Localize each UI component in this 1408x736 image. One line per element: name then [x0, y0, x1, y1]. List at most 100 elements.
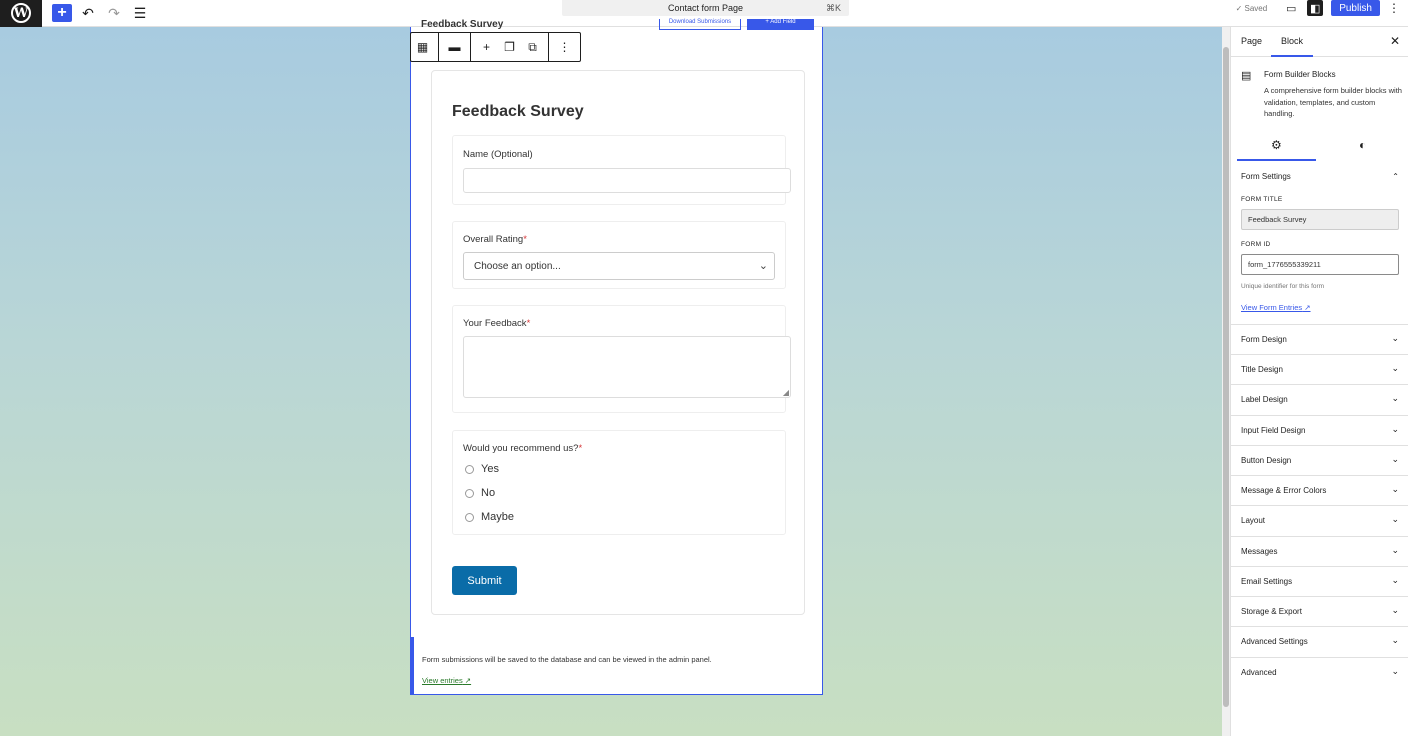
- panel-form-design[interactable]: Form Design ⌄: [1231, 324, 1408, 354]
- block-toolbar: ▦ ▬ + ❐ ⧉ ⋮: [410, 32, 581, 62]
- radio-option-no[interactable]: No: [465, 487, 495, 499]
- block-icon: ▤: [1241, 70, 1252, 82]
- name-field-label: Name (Optional): [463, 149, 533, 160]
- form-title-label: FORM TITLE: [1241, 196, 1283, 203]
- settings-sidebar: Page Block ✕ ▤ Form Builder Blocks A com…: [1230, 27, 1408, 736]
- required-asterisk: *: [523, 234, 527, 245]
- tab-page[interactable]: Page: [1241, 36, 1262, 46]
- rating-select-value: Choose an option...: [474, 260, 561, 272]
- options-menu-icon[interactable]: ⋮: [1388, 1, 1400, 15]
- settings-styles-tabs: ⚙ ◐: [1231, 132, 1408, 161]
- redo-icon[interactable]: ↷: [104, 4, 124, 22]
- document-overview-icon[interactable]: ☰: [130, 4, 150, 22]
- panel-email-settings[interactable]: Email Settings ⌄: [1231, 566, 1408, 596]
- chevron-down-icon: ⌄: [1391, 605, 1399, 615]
- preview-icon[interactable]: ▭: [1283, 0, 1299, 16]
- canvas-scrollbar[interactable]: [1222, 27, 1230, 736]
- chevron-down-icon: ⌄: [1391, 424, 1399, 434]
- radio-label: No: [481, 487, 496, 499]
- add-icon[interactable]: +: [475, 33, 498, 61]
- command-shortcut: ⌘K: [825, 2, 841, 13]
- more-options-icon[interactable]: ⋮: [553, 33, 576, 61]
- settings-gear-icon[interactable]: ⚙: [1237, 138, 1315, 161]
- feedback-label-text: Your Feedback: [463, 318, 527, 329]
- chevron-down-icon: ⌄: [758, 260, 768, 272]
- form-settings-header[interactable]: Form Settings ⌃: [1241, 172, 1399, 181]
- submit-button[interactable]: Submit: [452, 566, 517, 595]
- undo-icon[interactable]: ↶: [78, 4, 98, 22]
- styles-contrast-icon[interactable]: ◐: [1359, 138, 1366, 152]
- radio-circle-icon[interactable]: [465, 464, 474, 474]
- panel-title-design[interactable]: Title Design ⌄: [1231, 354, 1408, 384]
- panel-button-design[interactable]: Button Design ⌄: [1231, 445, 1408, 475]
- panel-label-design[interactable]: Label Design ⌄: [1231, 384, 1408, 414]
- document-title-bar[interactable]: Contact form Page ⌘K: [562, 0, 849, 16]
- radio-option-yes[interactable]: Yes: [465, 463, 499, 475]
- toolbar-divider: [470, 33, 471, 61]
- name-input[interactable]: [463, 168, 791, 193]
- panel-label: Advanced Settings: [1241, 637, 1308, 646]
- radio-circle-icon[interactable]: [465, 512, 474, 522]
- settings-panel-icon[interactable]: ◧: [1307, 0, 1324, 16]
- form-id-input[interactable]: form_1776555339211: [1241, 254, 1399, 275]
- radio-label: Yes: [481, 463, 499, 475]
- panel-label: Advanced: [1241, 668, 1277, 677]
- recommend-label-text: Would you recommend us?: [463, 443, 579, 454]
- block-name: Form Builder Blocks: [1264, 70, 1336, 79]
- recommend-field-label: Would you recommend us?*: [463, 443, 582, 454]
- chevron-down-icon: ⌄: [1391, 393, 1399, 403]
- download-submissions-button[interactable]: Download Submissions: [659, 19, 741, 30]
- toolbar-divider: [548, 33, 549, 61]
- feedback-field: Your Feedback* ◢: [452, 305, 791, 413]
- panel-label: Layout: [1241, 516, 1266, 525]
- panel-label: Messages: [1241, 547, 1278, 556]
- rating-select[interactable]: Choose an option... ⌄: [463, 252, 775, 280]
- view-entries-link[interactable]: View entries ↗: [422, 676, 471, 685]
- chevron-down-icon: ⌄: [1391, 454, 1399, 464]
- scrollbar-thumb[interactable]: [1223, 47, 1229, 707]
- required-asterisk: *: [526, 318, 531, 329]
- form-card: Feedback Survey Name (Optional) Overall …: [431, 70, 805, 615]
- block-heading: Feedback Survey: [421, 19, 504, 30]
- external-link-icon[interactable]: ⧉: [521, 33, 544, 61]
- panel-label: Form Design: [1241, 335, 1287, 344]
- panel-label: Label Design: [1241, 395, 1288, 404]
- form-builder-block[interactable]: Feedback Survey Download Submissions + A…: [410, 19, 823, 695]
- wordpress-logo[interactable]: W: [0, 0, 42, 27]
- view-form-entries-link[interactable]: View Form Entries ↗: [1241, 303, 1311, 312]
- radio-option-maybe[interactable]: Maybe: [465, 511, 514, 523]
- note-text: Form submissions will be saved to the da…: [422, 655, 712, 664]
- tab-block[interactable]: Block: [1270, 36, 1314, 57]
- form-title-input[interactable]: Feedback Survey: [1241, 209, 1399, 230]
- panel-input-field-design[interactable]: Input Field Design ⌄: [1231, 415, 1408, 445]
- panel-storage-export[interactable]: Storage & Export ⌄: [1231, 596, 1408, 626]
- add-block-button[interactable]: +: [52, 4, 72, 22]
- block-type-icon[interactable]: ▦: [411, 33, 434, 61]
- resize-handle-icon[interactable]: ◢: [783, 388, 789, 397]
- name-field: Name (Optional): [452, 135, 791, 205]
- panel-message-error-colors[interactable]: Message & Error Colors ⌄: [1231, 475, 1408, 505]
- feedback-textarea[interactable]: ◢: [463, 336, 791, 398]
- align-icon[interactable]: ▬: [443, 33, 466, 61]
- wordpress-icon: W: [11, 3, 31, 23]
- duplicate-icon[interactable]: ❐: [498, 33, 521, 61]
- rating-label-text: Overall Rating: [463, 234, 524, 245]
- panel-advanced[interactable]: Advanced ⌄: [1231, 657, 1408, 687]
- sidebar-tabs: Page Block ✕: [1231, 27, 1408, 57]
- radio-label: Maybe: [481, 511, 515, 523]
- panel-label: Message & Error Colors: [1241, 486, 1327, 495]
- chevron-down-icon: ⌄: [1391, 484, 1399, 494]
- close-icon[interactable]: ✕: [1390, 34, 1400, 48]
- publish-button[interactable]: Publish: [1331, 0, 1380, 16]
- panel-layout[interactable]: Layout ⌄: [1231, 505, 1408, 535]
- panel-messages[interactable]: Messages ⌄: [1231, 536, 1408, 566]
- panel-advanced-settings[interactable]: Advanced Settings ⌄: [1231, 626, 1408, 656]
- add-field-button[interactable]: + Add Field: [747, 19, 814, 30]
- radio-circle-icon[interactable]: [465, 488, 474, 498]
- rating-field-label: Overall Rating*: [463, 234, 527, 245]
- chevron-down-icon: ⌄: [1391, 363, 1399, 373]
- form-id-label: FORM ID: [1241, 241, 1271, 248]
- chevron-down-icon: ⌄: [1391, 514, 1399, 524]
- view-form-entries-text: View Form Entries: [1241, 303, 1303, 312]
- form-id-help: Unique identifier for this form: [1241, 283, 1325, 290]
